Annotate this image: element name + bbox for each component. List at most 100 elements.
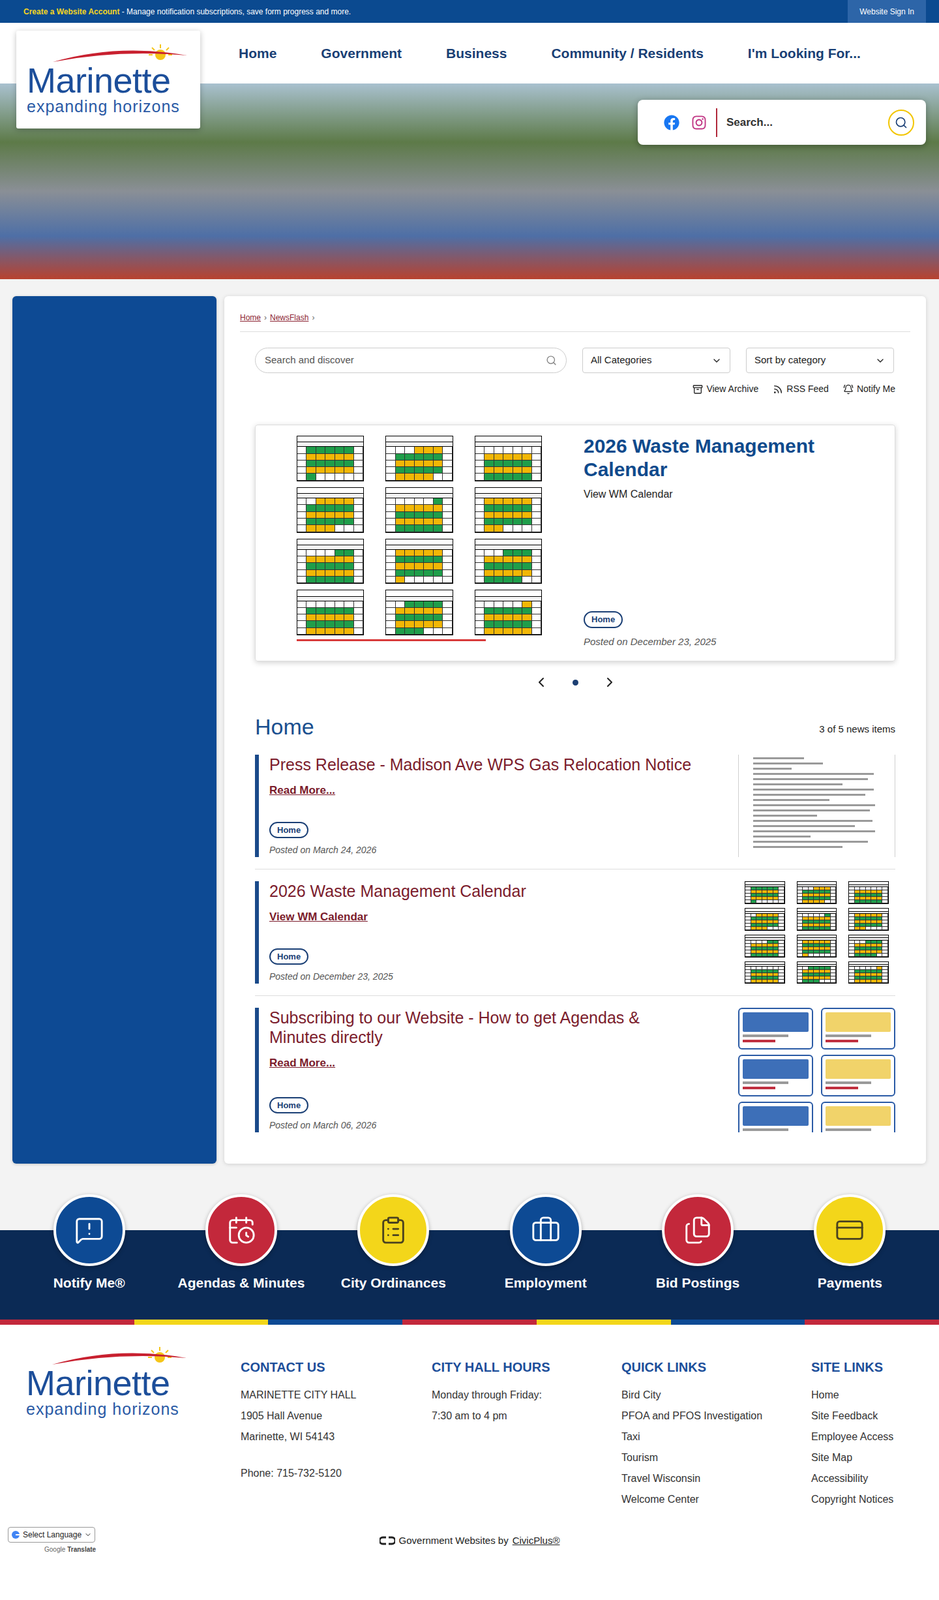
mini-calendar: [385, 487, 453, 533]
quick-link-label[interactable]: Payments: [817, 1272, 883, 1294]
mini-calendar: [385, 435, 453, 482]
news-link[interactable]: Read More...: [269, 1054, 723, 1072]
contact-line: 1905 Hall Avenue: [240, 1405, 432, 1427]
quick-link[interactable]: Employment: [469, 1193, 622, 1294]
quick-link-label[interactable]: City Ordinances: [341, 1272, 447, 1294]
nav-item[interactable]: Business: [446, 43, 507, 64]
next-arrow-icon[interactable]: [601, 674, 618, 690]
footer-heading: SITE LINKS: [811, 1356, 913, 1377]
quick-link[interactable]: City Ordinances: [317, 1193, 470, 1294]
featured-title[interactable]: 2026 Waste Management Calendar: [583, 434, 876, 482]
footer-link[interactable]: PFOA and PFOS Investigation: [621, 1405, 812, 1427]
calendar-image[interactable]: [738, 880, 896, 984]
screenshots-image[interactable]: [738, 1007, 896, 1133]
quick-link-label[interactable]: Employment: [504, 1272, 587, 1294]
calendar-image[interactable]: [296, 435, 542, 636]
category-tag[interactable]: Home: [583, 611, 623, 628]
instagram-icon[interactable]: [691, 114, 707, 131]
mini-calendar: [474, 538, 542, 585]
quick-link-circle[interactable]: [661, 1193, 734, 1266]
footer-link[interactable]: Taxi: [621, 1426, 812, 1447]
translate-brand: Google: [44, 1544, 66, 1554]
civicplus-link[interactable]: CivicPlus®: [512, 1533, 561, 1549]
category-tag[interactable]: Home: [269, 1096, 309, 1114]
breadcrumb-link[interactable]: Home: [239, 311, 261, 324]
news-action-link[interactable]: View Archive: [692, 382, 759, 396]
quick-links-column: QUICK LINKSBird CityPFOA and PFOS Invest…: [621, 1341, 812, 1510]
quick-link-circle[interactable]: [53, 1193, 126, 1266]
news-link[interactable]: View WM Calendar: [269, 908, 723, 926]
news-title[interactable]: Press Release - Madison Ave WPS Gas Relo…: [269, 754, 700, 775]
create-account-link[interactable]: Create a Website Account: [23, 7, 120, 17]
news-action-link[interactable]: RSS Feed: [772, 382, 829, 396]
news-search-field[interactable]: [254, 347, 567, 373]
action-icon: [692, 384, 703, 395]
search-button[interactable]: [888, 109, 915, 136]
quick-links-bar: Notify Me® Agendas & Minutes City Ordinanc…: [0, 1178, 939, 1320]
quick-link[interactable]: Notify Me®: [13, 1193, 165, 1294]
footer-link[interactable]: Travel Wisconsin: [621, 1467, 812, 1489]
news-action-link[interactable]: Notify Me: [843, 382, 896, 396]
language-select[interactable]: Select Language: [7, 1526, 96, 1543]
footer-link[interactable]: Copyright Notices: [811, 1488, 913, 1510]
featured-card: 2026 Waste Management Calendar View WM Ca…: [254, 424, 896, 662]
footer-link[interactable]: Tourism: [621, 1446, 812, 1468]
quick-link[interactable]: Payments: [774, 1193, 926, 1294]
carousel-dot[interactable]: [572, 679, 579, 686]
news-link[interactable]: Read More...: [269, 781, 723, 799]
chevron-down-icon: [875, 355, 886, 366]
quick-link-circle[interactable]: [357, 1193, 430, 1266]
news-title[interactable]: 2026 Waste Management Calendar: [269, 880, 700, 901]
news-item: 2026 Waste Management Calendar View WM Ca…: [254, 869, 896, 996]
nav-item[interactable]: I'm Looking For...: [747, 43, 861, 64]
mini-calendar: [796, 934, 838, 958]
mini-calendar: [296, 435, 364, 482]
nav-item[interactable]: Government: [320, 43, 402, 64]
header-logo-box[interactable]: Marinetteexpanding horizons: [16, 30, 201, 129]
category-tag[interactable]: Home: [269, 948, 309, 966]
news-posted-date: Posted on March 06, 2026: [269, 1118, 723, 1133]
footer-logo[interactable]: Marinetteexpanding horizons: [26, 1345, 241, 1419]
quick-link-circle[interactable]: [205, 1193, 278, 1266]
footer-link[interactable]: Accessibility: [811, 1467, 913, 1489]
news-count: 3 of 5 news items: [819, 721, 896, 740]
footer-link[interactable]: Home: [811, 1384, 913, 1406]
mini-calendar: [848, 880, 889, 904]
mini-calendar: [796, 907, 838, 931]
quick-link[interactable]: Bid Postings: [621, 1193, 774, 1294]
footer-link[interactable]: Employee Access: [811, 1426, 913, 1447]
sun-swoosh-icon: [26, 43, 190, 63]
footer-link[interactable]: Site Map: [811, 1446, 913, 1468]
contact-phone[interactable]: Phone: 715-732-5120: [240, 1462, 432, 1484]
chevron-down-icon: [711, 355, 722, 366]
footer-link[interactable]: Welcome Center: [621, 1488, 812, 1510]
quick-link-label[interactable]: Bid Postings: [655, 1272, 740, 1294]
featured-link[interactable]: View WM Calendar: [583, 486, 876, 503]
quick-link-circle[interactable]: [509, 1193, 582, 1266]
category-select[interactable]: All Categories: [582, 347, 731, 373]
quick-link-icon: [378, 1214, 409, 1245]
google-translate-icon: [11, 1529, 21, 1539]
footer-link[interactable]: Site Feedback: [811, 1405, 913, 1427]
site-search-input[interactable]: [726, 114, 889, 132]
header-logo[interactable]: Marinetteexpanding horizons: [26, 43, 190, 117]
nav-item[interactable]: Community / Residents: [551, 43, 703, 64]
document-image[interactable]: [738, 754, 896, 857]
quick-link-circle[interactable]: [813, 1193, 886, 1266]
footer-link[interactable]: Bird City: [621, 1384, 812, 1406]
previous-arrow-icon[interactable]: [533, 674, 550, 690]
facebook-icon[interactable]: [663, 114, 680, 131]
news-search-input[interactable]: [264, 352, 546, 368]
quick-link-label[interactable]: Notify Me®: [53, 1272, 126, 1294]
category-tag[interactable]: Home: [269, 821, 309, 839]
breadcrumb: Home›NewsFlash›: [239, 311, 911, 332]
quick-link-label[interactable]: Agendas & Minutes: [178, 1272, 306, 1294]
sign-in-button[interactable]: Website Sign In: [847, 0, 926, 23]
news-title[interactable]: Subscribing to our Website - How to get …: [269, 1007, 700, 1047]
nav-item[interactable]: Home: [238, 43, 277, 64]
sort-select[interactable]: Sort by category: [745, 347, 895, 373]
quick-link[interactable]: Agendas & Minutes: [164, 1193, 317, 1294]
color-stripe: [0, 1319, 939, 1325]
breadcrumb-link[interactable]: NewsFlash: [269, 311, 309, 324]
footer: Marinetteexpanding horizonsCONTACT USMAR…: [0, 1324, 939, 1570]
